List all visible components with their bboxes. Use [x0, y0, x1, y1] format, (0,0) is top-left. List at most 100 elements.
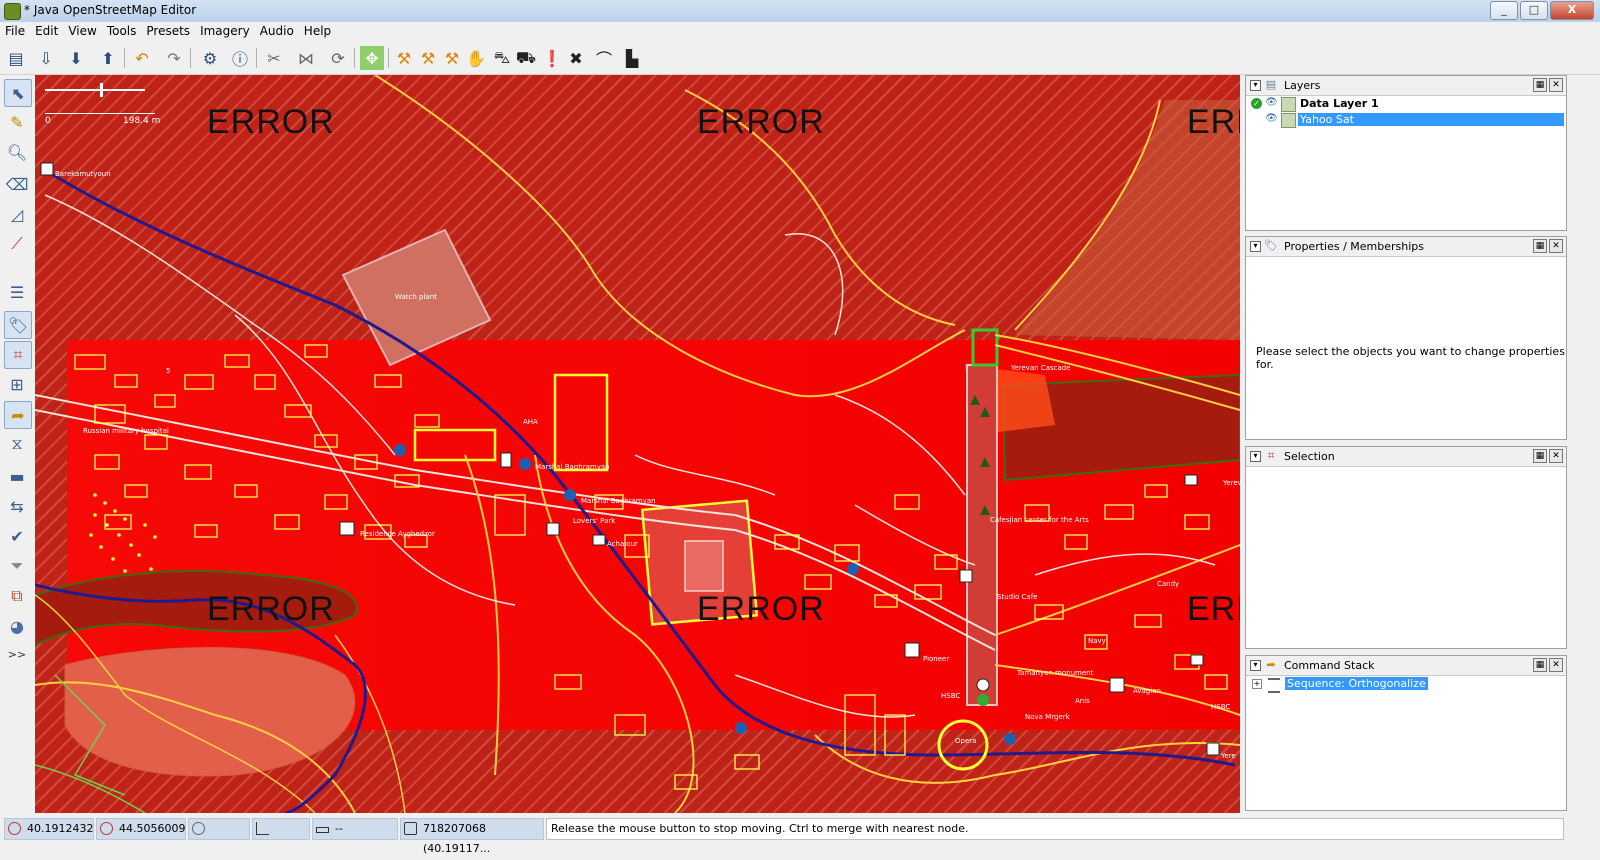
- menu-presets[interactable]: Presets: [141, 22, 195, 41]
- info-icon[interactable]: ⓘ: [228, 46, 252, 70]
- close-icon[interactable]: ✕: [1549, 239, 1563, 253]
- imagery-error-text: ERROR: [697, 590, 825, 628]
- delete-tool-icon[interactable]: ⌫: [4, 171, 30, 197]
- split-way-icon[interactable]: ✂: [262, 46, 286, 70]
- path-tool-icon[interactable]: ⟋: [4, 231, 30, 257]
- panel-title: Selection: [1284, 450, 1335, 463]
- latitude-icon: [8, 822, 21, 835]
- osm-data-layer[interactable]: [35, 75, 1240, 813]
- main-toolbar: ▤ ⇩ ⬇ ⬆ ↶ ↷ ⚙ ⓘ ✂ ⋈ ⟳ ✥ ⚒ ⚒ ⚒ ✋ ⛍ ⛟ ❗ ✖ …: [0, 42, 1600, 75]
- left-toolbar: ⬉ ✎ 🔍︎ ⌫ ◿ ⟋ ☰ 🏷︎ ⌗ ⊞ ➦ ⧖ ▬ ⇆ ✔ ⏷ ⧉ ◕ >>: [0, 75, 34, 813]
- angle-icon: [256, 822, 269, 835]
- properties-toggle-icon[interactable]: 🏷︎: [4, 311, 32, 339]
- close-button[interactable]: X: [1550, 1, 1594, 20]
- highway-link-icon[interactable]: ⚒: [416, 46, 440, 70]
- menu-edit[interactable]: Edit: [30, 22, 63, 41]
- status-message: Release the mouse button to stop moving.…: [546, 818, 1564, 840]
- history-toggle-icon[interactable]: ⧖: [4, 431, 30, 457]
- redo-icon[interactable]: ↷: [162, 46, 186, 70]
- command-row[interactable]: + Sequence: Orthogonalize: [1246, 676, 1566, 693]
- combine-way-icon[interactable]: ⋈: [294, 46, 318, 70]
- draw-tool-icon[interactable]: ✎: [4, 109, 30, 135]
- detach-icon[interactable]: ▦: [1533, 78, 1547, 92]
- collapse-toggle[interactable]: ▾: [1250, 80, 1261, 91]
- validator-toggle-icon[interactable]: ➦: [4, 401, 32, 429]
- detach-icon[interactable]: ▦: [1533, 239, 1547, 253]
- detach-icon[interactable]: ▦: [1533, 658, 1547, 672]
- close-icon[interactable]: ✕: [1549, 658, 1563, 672]
- map-label: Navy: [1088, 637, 1106, 645]
- path-icon[interactable]: ⚒: [440, 46, 464, 70]
- menu-imagery[interactable]: Imagery: [195, 22, 255, 41]
- hand-icon[interactable]: ✋: [464, 46, 488, 70]
- filter-icon[interactable]: ⏷: [4, 553, 30, 579]
- visibility-eye-icon[interactable]: 👁︎: [1265, 97, 1278, 108]
- close-icon[interactable]: ✕: [1549, 449, 1563, 463]
- highway-icon[interactable]: ⚒: [392, 46, 416, 70]
- scale-end-label: 198.4 m: [123, 116, 161, 126]
- validate-icon[interactable]: ✔: [4, 523, 30, 549]
- collapse-toggle[interactable]: ▾: [1250, 660, 1261, 671]
- map-label: Opera: [955, 737, 977, 745]
- open-icon[interactable]: ▤: [4, 46, 28, 70]
- selection-toggle-icon[interactable]: ⌗: [4, 341, 32, 369]
- zoom-tool-icon[interactable]: 🔍︎: [4, 139, 30, 165]
- expand-icon[interactable]: +: [1252, 679, 1262, 689]
- upload-icon[interactable]: ⬆: [96, 46, 120, 70]
- warning-icon[interactable]: ❗: [540, 46, 564, 70]
- ruler-icon: [316, 827, 329, 833]
- zoom-data-icon[interactable]: ✥: [360, 46, 384, 70]
- title-bar: * Java OpenStreetMap Editor _ □ X: [0, 0, 1600, 23]
- changeset-toggle-icon[interactable]: ⇆: [4, 493, 30, 519]
- select-tool-icon[interactable]: ⬉: [4, 79, 32, 107]
- imagery-error-text: ERROR: [697, 103, 825, 141]
- scale-start-label: 0: [45, 116, 51, 126]
- collapse-toggle[interactable]: ▾: [1250, 451, 1261, 462]
- menu-file[interactable]: File: [0, 22, 30, 41]
- panel-title: Properties / Memberships: [1284, 240, 1425, 253]
- map-label: HSBC: [941, 692, 961, 700]
- preferences-icon[interactable]: ⚙: [198, 46, 222, 70]
- heading-field: [188, 818, 250, 840]
- layers-toggle-icon[interactable]: ☰: [4, 279, 30, 305]
- undo-icon[interactable]: ↶: [130, 46, 154, 70]
- refresh-icon[interactable]: ⟳: [326, 46, 350, 70]
- conflict-toggle-icon[interactable]: ▬: [4, 463, 30, 489]
- map-label: Achajour: [607, 540, 638, 548]
- map-label: AHA: [523, 418, 538, 426]
- collapse-toggle[interactable]: ▾: [1250, 241, 1261, 252]
- tag-icon: 🏷︎: [1264, 239, 1278, 252]
- download-icon[interactable]: ⇩: [34, 46, 58, 70]
- menu-tools[interactable]: Tools: [102, 22, 142, 41]
- map-label: Yerevan Cascade: [1011, 364, 1071, 372]
- more-tools-button[interactable]: >>: [4, 641, 30, 667]
- measure-tool-icon[interactable]: ◿: [4, 201, 30, 227]
- close-x-icon[interactable]: ✖: [564, 46, 588, 70]
- detach-icon[interactable]: ▦: [1533, 449, 1547, 463]
- map-label: HSBC: [1211, 703, 1231, 711]
- relations-toggle-icon[interactable]: ⊞: [4, 371, 30, 397]
- visibility-eye-icon[interactable]: 👁︎: [1265, 113, 1278, 124]
- menu-help[interactable]: Help: [299, 22, 336, 41]
- menu-audio[interactable]: Audio: [255, 22, 299, 41]
- bus-icon[interactable]: ⛟: [514, 46, 538, 70]
- chart-icon[interactable]: ▙: [620, 46, 644, 70]
- menu-view[interactable]: View: [63, 22, 101, 41]
- car-icon[interactable]: ⛍: [490, 46, 514, 70]
- zoom-slider-handle[interactable]: [100, 83, 103, 97]
- command-stack-panel: ▾ ➦ Command Stack ▦ ✕ + Sequence: Orthogo…: [1245, 655, 1567, 811]
- layer-row[interactable]: ✓ 👁︎ Data Layer 1: [1246, 96, 1566, 112]
- longitude-icon: [100, 822, 113, 835]
- maximize-button[interactable]: □: [1520, 1, 1548, 20]
- close-icon[interactable]: ✕: [1549, 78, 1563, 92]
- active-check-icon: ✓: [1251, 98, 1262, 109]
- minimize-button[interactable]: _: [1490, 1, 1518, 20]
- toolbox-icon[interactable]: ⧉: [4, 583, 30, 609]
- map-view[interactable]: ERROR ERROR ERROR ERROR ERROR ERROR 0 19…: [35, 75, 1240, 813]
- download-area-icon[interactable]: ⬇: [64, 46, 88, 70]
- command-stack-icon: ➦: [1266, 658, 1276, 671]
- layer-row[interactable]: 👁︎ Yahoo Sat: [1246, 112, 1566, 128]
- longitude-field: 44.5056009: [96, 818, 186, 840]
- bridge-icon[interactable]: ⌒: [592, 46, 616, 70]
- palette-icon[interactable]: ◕: [4, 613, 30, 639]
